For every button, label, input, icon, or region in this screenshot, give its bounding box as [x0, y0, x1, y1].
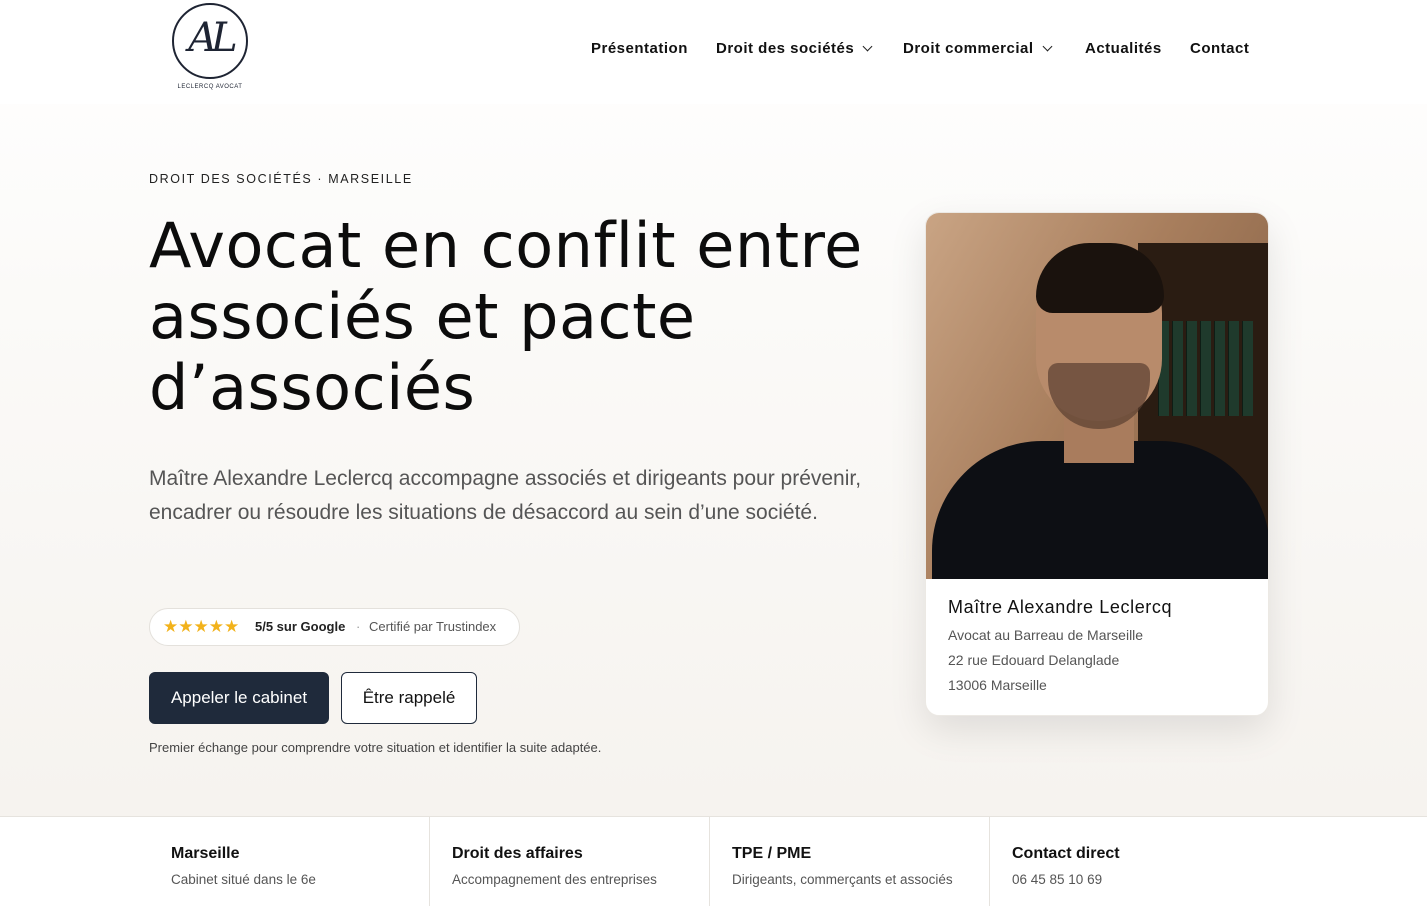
star-rating-icon: ★★★★★ — [163, 617, 240, 636]
logo-wordmark: LECLERCQ AVOCAT — [177, 84, 243, 90]
features-strip: Marseille Cabinet situé dans le 6e Droit… — [0, 816, 1427, 906]
lawyer-portrait-photo — [926, 213, 1268, 579]
lawyer-profile-card: Maître Alexandre Leclercq Avocat au Barr… — [925, 212, 1269, 716]
feature-title: Marseille — [171, 845, 240, 862]
office-address-city: 13006 Marseille — [948, 677, 1047, 693]
nav-item-droit-commercial[interactable]: Droit commercial — [903, 40, 1052, 57]
hero-lead: Maître Alexandre Leclercq accompagne ass… — [149, 467, 862, 524]
lawyer-role: Avocat au Barreau de Marseille — [948, 627, 1144, 643]
lawyer-name: Maître Alexandre Leclercq — [948, 597, 1173, 617]
callback-request-button[interactable]: Être rappelé — [341, 672, 477, 724]
main-nav: Présentation Droit des sociétés Droit co… — [0, 40, 1427, 62]
nav-item-label: Contact — [1190, 40, 1250, 57]
nav-item-label: Présentation — [591, 40, 688, 57]
call-office-button[interactable]: Appeler le cabinet — [149, 672, 329, 724]
chevron-down-icon — [1042, 41, 1052, 52]
page-title: Avocat en conflit entre associés et pact… — [149, 209, 863, 424]
nav-item-label: Actualités — [1085, 40, 1162, 57]
rating-certification: Certifié par Trustindex — [369, 619, 497, 634]
hero-eyebrow: DROIT DES SOCIÉTÉS · MARSEILLE — [149, 172, 413, 186]
chevron-down-icon — [862, 41, 873, 52]
nav-item-droit-des-societes[interactable]: Droit des sociétés — [716, 40, 873, 57]
feature-subtitle: Dirigeants, commerçants et associés — [732, 872, 953, 887]
rating-separator: · — [356, 619, 361, 634]
site-header: AL LECLERCQ AVOCAT Présentation Droit de… — [0, 0, 1427, 104]
feature-subtitle: Cabinet situé dans le 6e — [171, 872, 316, 887]
feature-title: Contact direct — [1012, 845, 1120, 862]
rating-score: 5/5 sur Google — [255, 619, 346, 634]
feature-title: TPE / PME — [732, 845, 812, 862]
hero-note: Premier échange pour comprendre votre si… — [149, 740, 602, 755]
office-address-street: 22 rue Edouard Delanglade — [948, 652, 1120, 668]
feature-title: Droit des affaires — [452, 845, 583, 862]
nav-item-label: Droit commercial — [903, 40, 1034, 57]
nav-item-contact[interactable]: Contact — [1190, 40, 1249, 57]
nav-item-presentation[interactable]: Présentation — [591, 40, 688, 57]
google-rating-badge[interactable]: ★★★★★ 5/5 sur Google · Certifié par Trus… — [149, 608, 520, 646]
feature-item-location: Marseille Cabinet situé dans le 6e — [149, 817, 429, 906]
nav-item-label: Droit des sociétés — [716, 40, 855, 57]
feature-item-direct-contact[interactable]: Contact direct 06 45 85 10 69 — [989, 817, 1269, 906]
feature-item-business-law: Droit des affaires Accompagnement des en… — [429, 817, 709, 906]
feature-item-sme: TPE / PME Dirigeants, commerçants et ass… — [709, 817, 989, 906]
feature-subtitle: Accompagnement des entreprises — [452, 872, 657, 887]
phone-number-link[interactable]: 06 45 85 10 69 — [1012, 872, 1102, 887]
nav-item-actualites[interactable]: Actualités — [1085, 40, 1162, 57]
